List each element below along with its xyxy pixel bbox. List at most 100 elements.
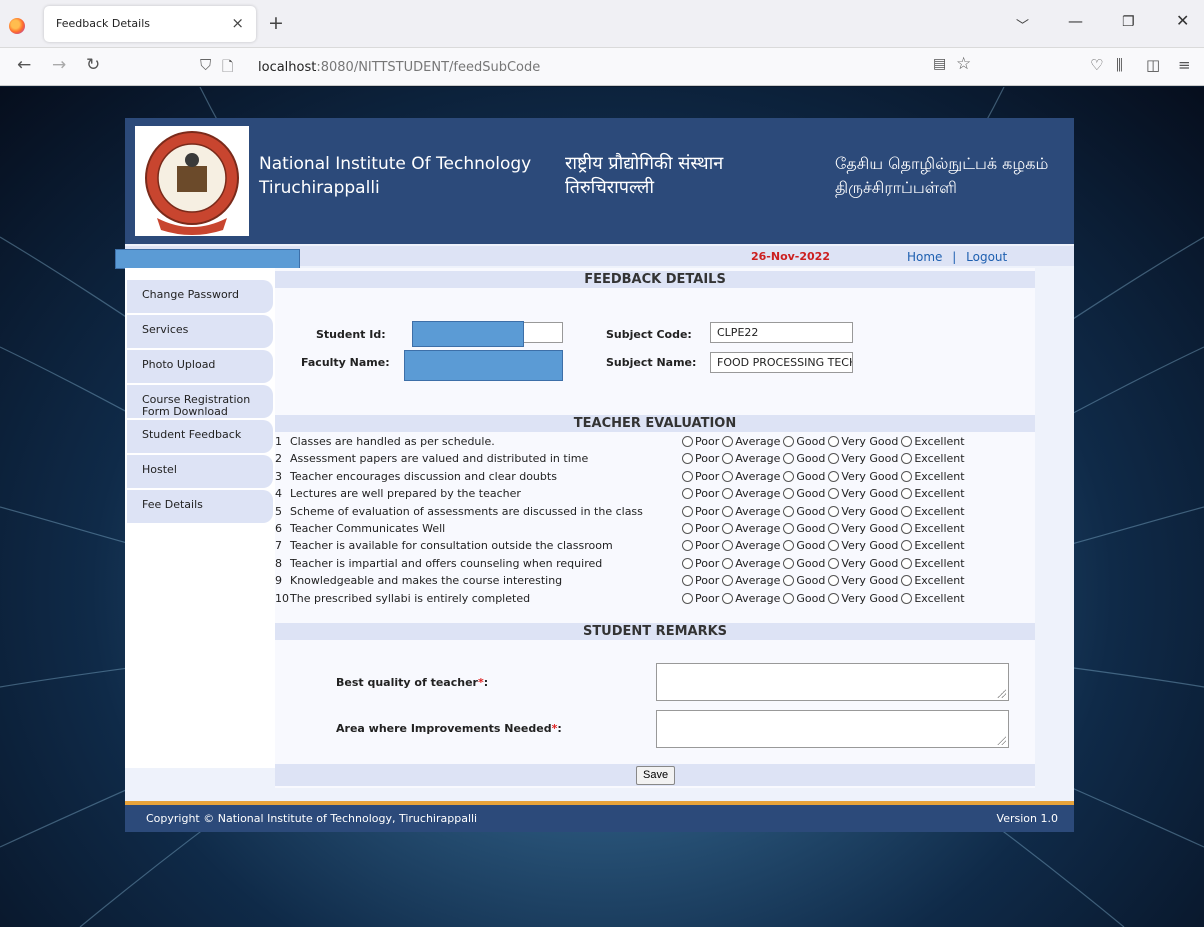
- rating-radio[interactable]: [783, 575, 795, 587]
- rating-radio[interactable]: [901, 436, 913, 447]
- rating-radio[interactable]: [828, 540, 840, 552]
- rating-option[interactable]: Very Good: [828, 433, 898, 450]
- menu-hamburger-icon[interactable]: ≡: [1178, 56, 1191, 74]
- rating-option[interactable]: Good: [783, 520, 825, 537]
- rating-option[interactable]: Excellent: [901, 537, 965, 554]
- url-bar[interactable]: ⛉ 🗋 localhost:8080/NITTSTUDENT/feedSubCo…: [200, 53, 990, 81]
- rating-radio[interactable]: [682, 505, 693, 517]
- rating-option[interactable]: Average: [722, 555, 780, 572]
- rating-option[interactable]: Average: [722, 503, 780, 520]
- back-arrow-icon[interactable]: ←: [17, 55, 31, 75]
- rating-option[interactable]: Good: [783, 433, 825, 450]
- rating-radio[interactable]: [783, 523, 795, 534]
- rating-radio[interactable]: [828, 523, 840, 534]
- rating-option[interactable]: Excellent: [901, 590, 965, 607]
- rating-option[interactable]: Poor: [682, 433, 719, 450]
- rating-radio[interactable]: [783, 592, 795, 604]
- bookmark-star-icon[interactable]: ☆: [956, 54, 971, 74]
- rating-option[interactable]: Average: [722, 433, 780, 450]
- rating-option[interactable]: Poor: [682, 485, 719, 502]
- rating-radio[interactable]: [682, 540, 693, 552]
- rating-option[interactable]: Excellent: [901, 485, 965, 502]
- rating-option[interactable]: Poor: [682, 572, 719, 589]
- rating-radio[interactable]: [828, 592, 840, 604]
- rating-radio[interactable]: [828, 453, 840, 465]
- rating-radio[interactable]: [682, 575, 693, 587]
- subject-code-field[interactable]: CLPE22: [710, 322, 853, 343]
- rating-option[interactable]: Average: [722, 520, 780, 537]
- sidebar-item-services[interactable]: Services: [127, 315, 273, 348]
- improvement-textarea[interactable]: [656, 710, 1009, 748]
- rating-radio[interactable]: [682, 470, 693, 482]
- rating-radio[interactable]: [682, 453, 693, 465]
- rating-radio[interactable]: [722, 557, 734, 569]
- sidebar-item-change-password[interactable]: Change Password: [127, 280, 273, 313]
- rating-option[interactable]: Good: [783, 450, 825, 467]
- subject-name-field[interactable]: FOOD PROCESSING TECH: [710, 352, 853, 373]
- rating-radio[interactable]: [828, 436, 840, 447]
- rating-radio[interactable]: [722, 523, 734, 534]
- rating-option[interactable]: Poor: [682, 537, 719, 554]
- rating-radio[interactable]: [901, 453, 913, 465]
- rating-option[interactable]: Very Good: [828, 468, 898, 485]
- rating-radio[interactable]: [682, 436, 693, 447]
- browser-tab-active[interactable]: Feedback Details ×: [44, 6, 256, 42]
- rating-option[interactable]: Very Good: [828, 590, 898, 607]
- resize-handle-icon[interactable]: [996, 735, 1006, 745]
- rating-option[interactable]: Average: [722, 468, 780, 485]
- rating-option[interactable]: Good: [783, 555, 825, 572]
- save-button[interactable]: Save: [636, 766, 676, 785]
- rating-radio[interactable]: [783, 470, 795, 482]
- rating-radio[interactable]: [828, 575, 840, 587]
- reload-icon[interactable]: ↻: [86, 55, 100, 75]
- rating-radio[interactable]: [682, 488, 693, 500]
- rating-option[interactable]: Average: [722, 450, 780, 467]
- sidebar-item-student-feedback[interactable]: Student Feedback: [127, 420, 273, 453]
- resize-handle-icon[interactable]: [996, 688, 1006, 698]
- rating-radio[interactable]: [722, 488, 734, 500]
- rating-option[interactable]: Poor: [682, 520, 719, 537]
- shield-icon[interactable]: ⛉: [200, 56, 211, 74]
- sidebar-item-course-registration[interactable]: Course Registration Form Download: [127, 385, 273, 418]
- rating-option[interactable]: Very Good: [828, 520, 898, 537]
- library-icon[interactable]: ⫼: [1116, 56, 1123, 74]
- rating-radio[interactable]: [783, 453, 795, 465]
- rating-radio[interactable]: [783, 540, 795, 552]
- sidebar-item-hostel[interactable]: Hostel: [127, 455, 273, 488]
- rating-option[interactable]: Very Good: [828, 450, 898, 467]
- rating-option[interactable]: Poor: [682, 555, 719, 572]
- rating-option[interactable]: Very Good: [828, 537, 898, 554]
- rating-option[interactable]: Excellent: [901, 468, 965, 485]
- rating-radio[interactable]: [901, 505, 913, 517]
- home-link[interactable]: Home: [907, 250, 942, 264]
- rating-option[interactable]: Poor: [682, 450, 719, 467]
- rating-option[interactable]: Excellent: [901, 433, 965, 450]
- rating-option[interactable]: Average: [722, 485, 780, 502]
- rating-option[interactable]: Very Good: [828, 555, 898, 572]
- page-info-icon[interactable]: 🗋: [222, 56, 233, 80]
- window-minimize-icon[interactable]: —: [1068, 12, 1083, 30]
- best-quality-textarea[interactable]: [656, 663, 1009, 701]
- rating-radio[interactable]: [901, 540, 913, 552]
- rating-option[interactable]: Poor: [682, 590, 719, 607]
- sidebar-item-fee-details[interactable]: Fee Details: [127, 490, 273, 523]
- rating-option[interactable]: Good: [783, 572, 825, 589]
- list-tabs-chevron-icon[interactable]: ﹀: [1016, 15, 1029, 34]
- rating-radio[interactable]: [722, 453, 734, 465]
- rating-option[interactable]: Good: [783, 537, 825, 554]
- sidebar-toggle-icon[interactable]: ◫: [1146, 56, 1160, 74]
- rating-radio[interactable]: [722, 470, 734, 482]
- rating-radio[interactable]: [722, 436, 734, 447]
- rating-option[interactable]: Good: [783, 468, 825, 485]
- rating-radio[interactable]: [783, 488, 795, 500]
- rating-option[interactable]: Excellent: [901, 572, 965, 589]
- new-tab-icon[interactable]: +: [268, 12, 284, 34]
- window-restore-icon[interactable]: ❐: [1122, 14, 1135, 30]
- rating-radio[interactable]: [783, 505, 795, 517]
- rating-radio[interactable]: [901, 488, 913, 500]
- forward-arrow-icon[interactable]: →: [52, 55, 66, 75]
- rating-option[interactable]: Very Good: [828, 503, 898, 520]
- rating-radio[interactable]: [722, 505, 734, 517]
- rating-option[interactable]: Very Good: [828, 485, 898, 502]
- rating-radio[interactable]: [901, 470, 913, 482]
